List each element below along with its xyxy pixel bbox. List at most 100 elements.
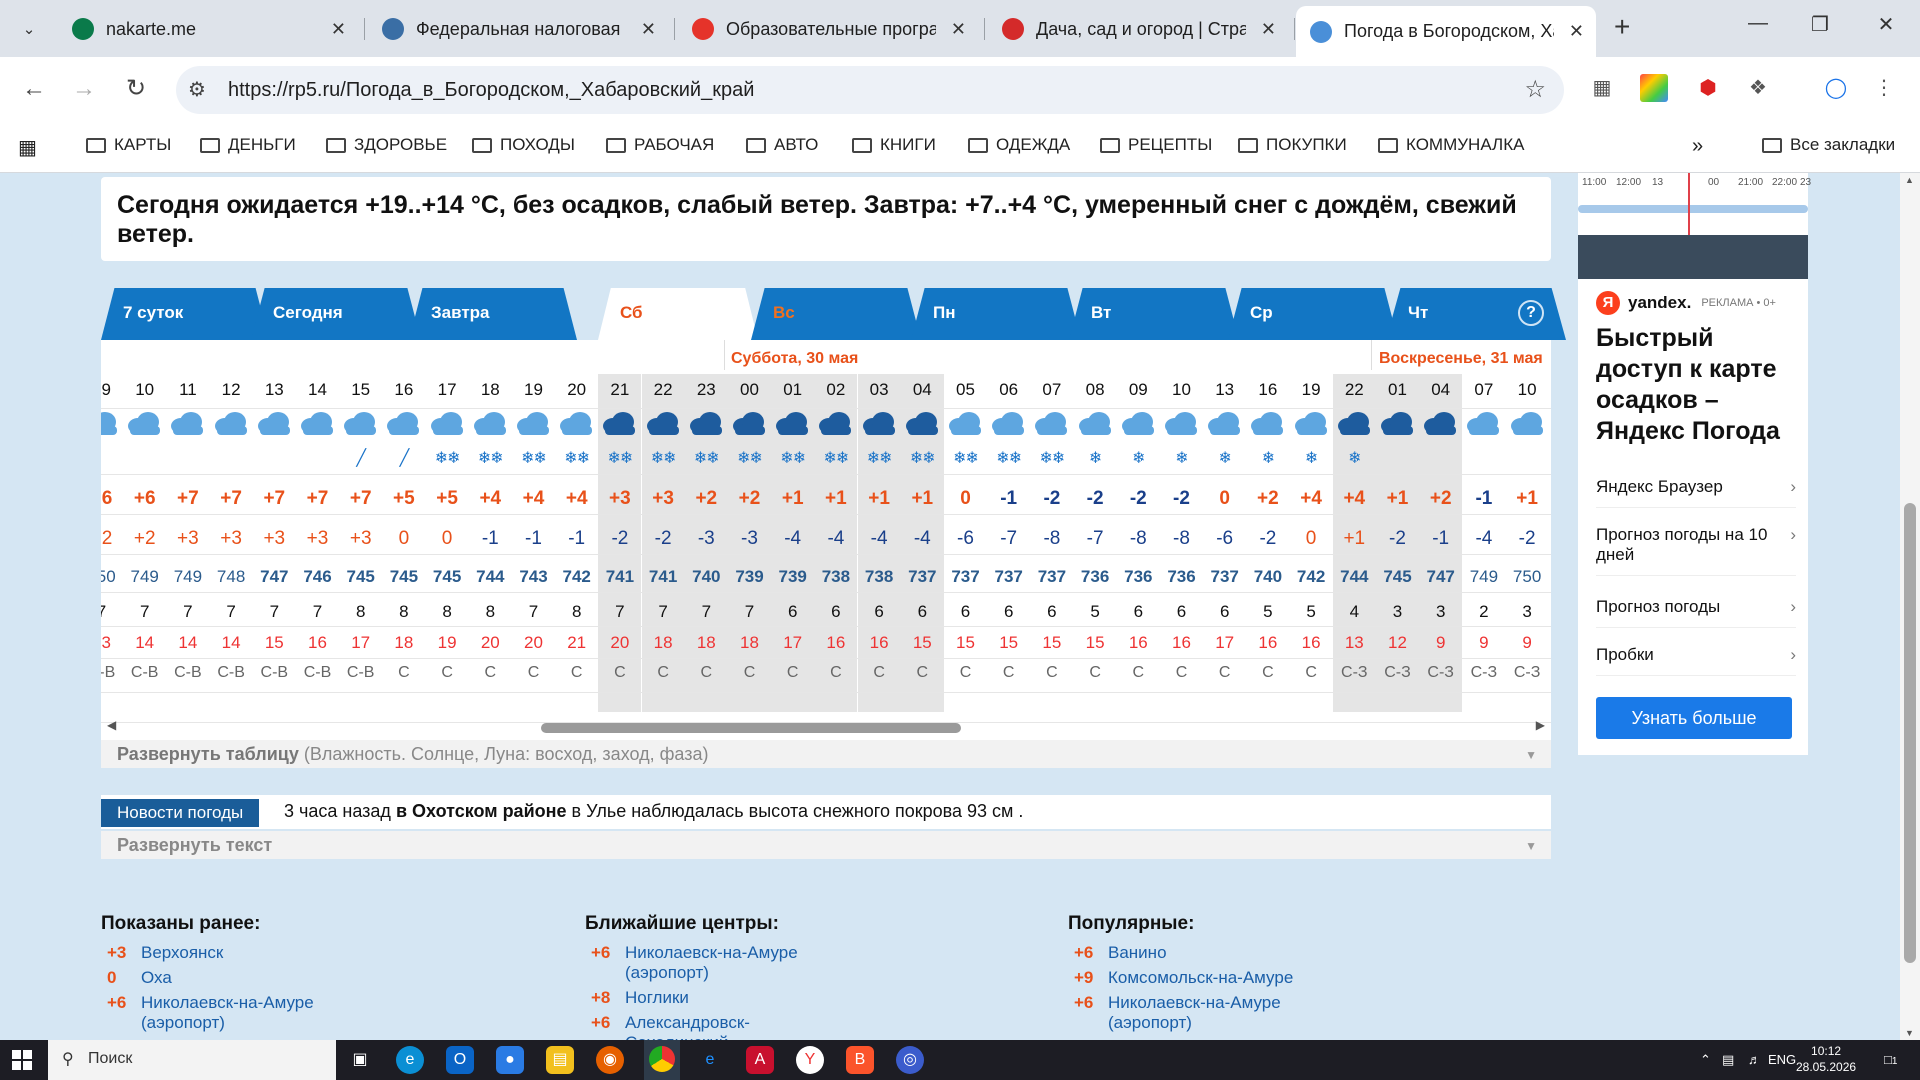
page-scrollbar-thumb[interactable] xyxy=(1904,503,1916,963)
file-explorer-icon[interactable]: ▤ xyxy=(546,1046,574,1074)
extension-icon[interactable]: ▦ xyxy=(1588,74,1616,102)
city-link[interactable]: Николаевск-на-Амуре (аэропорт) xyxy=(141,993,341,1033)
forecast-tab[interactable]: Чт? xyxy=(1386,288,1566,340)
bookmark-folder[interactable]: РЕЦЕПТЫ xyxy=(1100,135,1212,155)
forecast-tab[interactable]: 7 суток xyxy=(101,288,269,340)
minimize-button[interactable]: — xyxy=(1738,12,1778,35)
tray-chevron-icon[interactable]: ⌃ xyxy=(1700,1052,1711,1068)
news-place-link[interactable]: в Охотском районе xyxy=(396,801,567,821)
new-tab-button[interactable]: + xyxy=(1614,12,1630,42)
city-link[interactable]: Николаевск-на-Амуре (аэропорт) xyxy=(1108,993,1308,1033)
app-blue-icon[interactable]: ● xyxy=(496,1046,524,1074)
profile-icon[interactable]: ◯ xyxy=(1822,74,1850,102)
scrollbar-thumb[interactable] xyxy=(541,723,961,733)
ad-link[interactable]: Пробки › xyxy=(1596,645,1796,676)
city-link[interactable]: Александровск-Сахалинский xyxy=(625,1013,825,1040)
close-tab-icon[interactable]: ✕ xyxy=(1261,19,1276,40)
table-horizontal-scrollbar[interactable]: ◀ ▶ xyxy=(101,718,1551,736)
bookmark-folder[interactable]: ОДЕЖДА xyxy=(968,135,1070,155)
bookmark-folder[interactable]: АВТО xyxy=(746,135,818,155)
reload-button[interactable]: ↻ xyxy=(118,75,154,103)
page-vertical-scrollbar[interactable]: ▲ ▼ xyxy=(1900,173,1920,1040)
notification-icon[interactable]: □1 xyxy=(1884,1052,1897,1067)
city-link[interactable]: Николаевск-на-Амуре (аэропорт) xyxy=(625,943,825,983)
yandex-browser-icon[interactable]: Y xyxy=(796,1046,824,1074)
windows-start-icon[interactable] xyxy=(12,1050,32,1070)
forward-button[interactable]: → xyxy=(66,75,102,103)
firefox-icon[interactable]: ◉ xyxy=(596,1046,624,1074)
browser-tab[interactable]: Образовательные програм ✕ xyxy=(678,8,978,50)
scroll-right-arrow-icon[interactable]: ▶ xyxy=(1536,718,1545,732)
all-bookmarks-folder[interactable]: Все закладки xyxy=(1762,135,1895,155)
wind-gust-value: 15 xyxy=(956,633,975,652)
browser-tab[interactable]: Дача, сад и огород | Стран ✕ xyxy=(988,8,1288,50)
ad-learn-more-button[interactable]: Узнать больше xyxy=(1596,697,1792,739)
colorful-extension-icon[interactable] xyxy=(1640,74,1668,102)
close-tab-icon[interactable]: ✕ xyxy=(641,19,656,40)
scroll-down-arrow-icon[interactable]: ▼ xyxy=(1905,1028,1914,1038)
ie-icon[interactable]: e xyxy=(696,1046,724,1074)
temperature-value: +7 xyxy=(349,488,372,509)
ad-title[interactable]: Быстрый доступ к карте осадков – Яндекс … xyxy=(1596,323,1796,447)
bookmark-folder[interactable]: ПОХОДЫ xyxy=(472,135,575,155)
ad-link[interactable]: Яндекс Браузер › xyxy=(1596,477,1796,508)
network-icon[interactable]: ▤ xyxy=(1722,1052,1734,1068)
close-window-button[interactable]: ✕ xyxy=(1866,12,1906,37)
forecast-tab[interactable]: Сб xyxy=(598,288,758,340)
city-link[interactable]: Комсомольск-на-Амуре xyxy=(1108,968,1308,988)
extensions-puzzle-icon[interactable]: ❖ xyxy=(1744,74,1772,102)
bookmark-folder[interactable]: ПОКУПКИ xyxy=(1238,135,1347,155)
taskbar-clock[interactable]: 10:12 28.05.2026 xyxy=(1796,1043,1856,1075)
forecast-tab[interactable]: Завтра xyxy=(409,288,577,340)
forecast-tab[interactable]: Ср xyxy=(1228,288,1398,340)
city-link[interactable]: Ноглики xyxy=(625,988,825,1008)
volume-icon[interactable]: ♬ xyxy=(1748,1052,1761,1067)
acrobat-icon[interactable]: A xyxy=(746,1046,774,1074)
chrome-icon-active[interactable] xyxy=(644,1040,680,1080)
close-tab-icon[interactable]: ✕ xyxy=(951,19,966,40)
tab-search-menu-button[interactable]: ⌄ xyxy=(10,12,48,46)
scroll-up-arrow-icon[interactable]: ▲ xyxy=(1905,175,1914,185)
forecast-tab[interactable]: Пн xyxy=(911,288,1081,340)
ad-link[interactable]: Прогноз погоды › xyxy=(1596,597,1796,628)
maximize-button[interactable]: ❐ xyxy=(1800,12,1840,37)
apps-grid-icon[interactable]: ▦ xyxy=(18,135,37,160)
menu-kebab-icon[interactable]: ⋮ xyxy=(1870,74,1898,102)
bookmark-folder[interactable]: ЗДОРОВЬЕ xyxy=(326,135,447,155)
city-link[interactable]: Оха xyxy=(141,968,341,988)
forecast-tab[interactable]: Вт xyxy=(1069,288,1239,340)
forecast-tab[interactable]: Сегодня xyxy=(251,288,421,340)
address-bar[interactable]: ⚙ https://rp5.ru/Погода_в_Богородском,_Х… xyxy=(176,66,1564,114)
bookmark-folder[interactable]: КАРТЫ xyxy=(86,135,171,155)
expand-text-link[interactable]: Развернуть текст ▼ xyxy=(101,831,1551,859)
site-info-icon[interactable]: ⚙ xyxy=(188,77,206,102)
forecast-tab[interactable]: Вс xyxy=(751,288,921,340)
browser-tab[interactable]: Федеральная налоговая сл ✕ xyxy=(368,8,668,50)
back-button[interactable]: ← xyxy=(16,75,52,103)
expand-table-link[interactable]: Развернуть таблицу (Влажность. Солнце, Л… xyxy=(101,740,1551,768)
taskbar-search[interactable]: ⚲ Поиск xyxy=(48,1040,336,1080)
browser-tab[interactable]: Погода в Богородском, Ха ✕ xyxy=(1296,6,1596,57)
scroll-left-arrow-icon[interactable]: ◀ xyxy=(107,718,116,732)
ad-link[interactable]: Прогноз погоды на 10 дней › xyxy=(1596,525,1796,576)
city-link[interactable]: Ванино xyxy=(1108,943,1308,963)
bookmark-star-icon[interactable]: ☆ xyxy=(1524,75,1546,104)
browser-tab[interactable]: nakarte.me ✕ xyxy=(58,8,358,50)
red-extension-icon[interactable]: ⬢ xyxy=(1694,74,1722,102)
temp-delta: +6 xyxy=(591,943,611,962)
bookmarks-overflow-button[interactable]: » xyxy=(1692,135,1703,158)
close-tab-icon[interactable]: ✕ xyxy=(331,19,346,40)
app-circle-icon[interactable]: ◎ xyxy=(896,1046,924,1074)
task-view-icon[interactable]: ▣ xyxy=(346,1046,374,1074)
help-icon[interactable]: ? xyxy=(1518,300,1544,326)
brave-icon[interactable]: B xyxy=(846,1046,874,1074)
close-tab-icon[interactable]: ✕ xyxy=(1569,21,1584,42)
bookmark-folder[interactable]: РАБОЧАЯ xyxy=(606,135,714,155)
city-link[interactable]: Верхоянск xyxy=(141,943,341,963)
bookmark-folder[interactable]: ДЕНЬГИ xyxy=(200,135,296,155)
outlook-icon[interactable]: O xyxy=(446,1046,474,1074)
bookmark-folder[interactable]: КОММУНАЛКА xyxy=(1378,135,1524,155)
edge-icon[interactable]: e xyxy=(396,1046,424,1074)
language-indicator[interactable]: ENG xyxy=(1768,1052,1796,1067)
bookmark-folder[interactable]: КНИГИ xyxy=(852,135,936,155)
